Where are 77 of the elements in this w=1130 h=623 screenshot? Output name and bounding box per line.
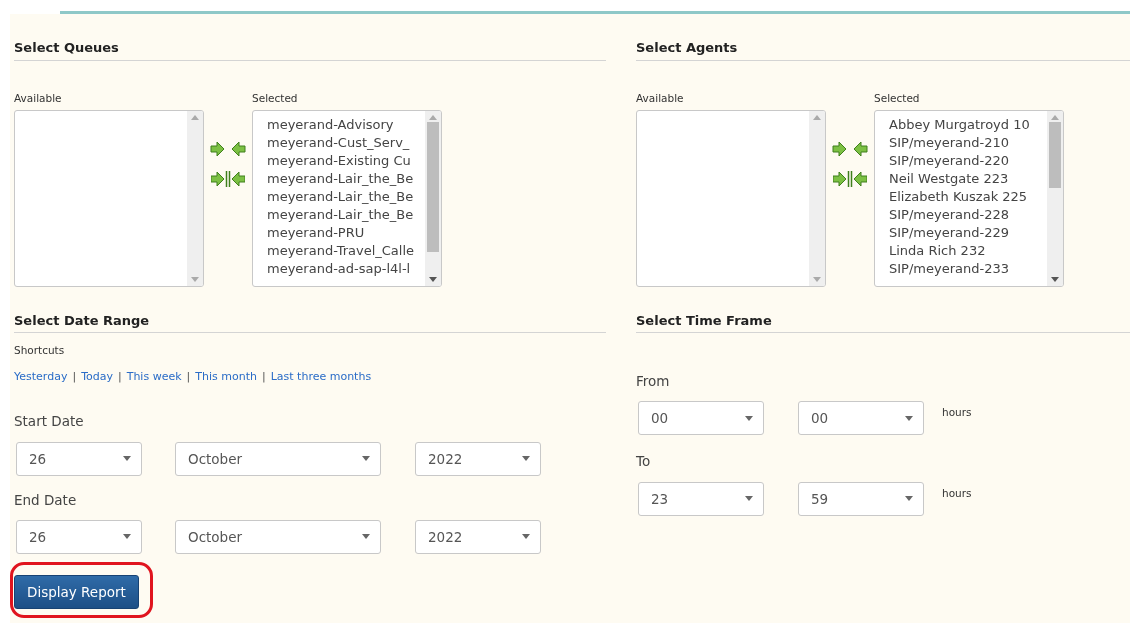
list-item[interactable]: SIP/meyerand-233 xyxy=(889,260,1047,279)
list-item[interactable]: Elizabeth Kuszak 225 xyxy=(889,188,1047,207)
caret-icon xyxy=(745,496,753,502)
selected-listbox[interactable]: Abbey Murgatroyd 10 SIP/meyerand-210 SIP/meyerand-220 Neil Westgate 223 Elizabeth Kuszak 225 SIP/meyerand-228 SIP/meyerand-229 Linda Rich 232 SIP/meyerand-233 xyxy=(874,110,1064,288)
list-item[interactable]: meyerand-Existing Cu xyxy=(267,152,425,171)
scrollbar[interactable] xyxy=(809,111,825,287)
list-item[interactable]: SIP/meyerand-210 xyxy=(889,134,1047,153)
field-label: Start Date xyxy=(14,412,85,432)
caret-icon xyxy=(522,534,530,540)
move-left-icon[interactable] xyxy=(852,140,868,157)
selected-listbox[interactable]: meyerand-Advisory meyerand-Cust_Serv_ meyerand-Existing Cu meyerand-Lair_the_Be meyerand-Lair_the_Be meyerand-Lair_the_Be meyerand-PRU meyerand-Travel_Calle meyerand-ad-sap-l4l-l xyxy=(252,110,442,288)
list-item[interactable]: SIP/meyerand-228 xyxy=(889,206,1047,225)
caret-icon xyxy=(745,415,753,421)
shortcut-link[interactable]: Yesterday xyxy=(14,368,68,386)
dropdown[interactable]: 2022 xyxy=(415,441,541,476)
field-label: Selected xyxy=(874,90,921,106)
dropdown[interactable]: 59 xyxy=(798,481,924,516)
shortcut-link[interactable]: Last three months xyxy=(270,368,372,386)
field-label: From xyxy=(636,372,671,392)
list-item[interactable]: Abbey Murgatroyd 10 xyxy=(889,116,1047,135)
field-label: Selected xyxy=(252,90,299,106)
list-item[interactable]: meyerand-Travel_Calle xyxy=(267,242,425,261)
caret-icon xyxy=(522,456,530,462)
caret-icon xyxy=(123,534,131,540)
dropdown[interactable]: 2022 xyxy=(415,519,541,554)
field-label: Available xyxy=(636,90,685,106)
caret-icon xyxy=(905,496,913,502)
field-label: To xyxy=(636,452,652,472)
separator-text: | xyxy=(117,368,122,385)
section-title: Select Time Frame xyxy=(636,312,1130,334)
move-all-right-icon[interactable] xyxy=(211,170,228,187)
dropdown[interactable]: 26 xyxy=(16,519,142,554)
list-item[interactable]: meyerand-Cust_Serv_ xyxy=(267,134,425,153)
list-item[interactable]: meyerand-Lair_the_Be xyxy=(267,170,425,189)
caret-icon xyxy=(123,456,131,462)
field-label: End Date xyxy=(14,490,78,510)
list-item[interactable]: meyerand-Lair_the_Be xyxy=(267,206,425,225)
separator-text: | xyxy=(186,368,191,385)
dropdown[interactable]: 23 xyxy=(638,481,764,516)
caret-icon xyxy=(362,456,370,462)
caret-icon xyxy=(362,534,370,540)
list-item[interactable]: Linda Rich 232 xyxy=(889,242,1047,261)
move-all-left-icon[interactable] xyxy=(850,170,867,187)
field-label: Available xyxy=(14,90,63,106)
list-item[interactable]: meyerand-Advisory xyxy=(267,116,425,135)
dropdown[interactable]: October xyxy=(175,441,381,476)
move-all-right-icon[interactable] xyxy=(833,170,850,187)
section-title: Select Agents xyxy=(636,40,1130,61)
section-title: Select Date Range xyxy=(14,312,606,334)
scrollbar[interactable] xyxy=(1047,111,1063,287)
unit-label: hours xyxy=(942,405,972,421)
scrollbar[interactable] xyxy=(187,111,203,287)
dropdown[interactable]: 00 xyxy=(798,401,924,436)
list-item[interactable]: Neil Westgate 223 xyxy=(889,170,1047,189)
section-title: Select Queues xyxy=(14,40,606,61)
move-all-left-icon[interactable] xyxy=(228,170,245,187)
shortcuts-label: Shortcuts xyxy=(14,343,66,359)
separator-text: | xyxy=(261,368,266,385)
list-item[interactable]: meyerand-ad-sap-l4l-l xyxy=(267,260,425,279)
unit-label: hours xyxy=(942,485,972,501)
dropdown[interactable]: October xyxy=(175,519,381,554)
move-left-icon[interactable] xyxy=(230,140,246,157)
dropdown[interactable]: 00 xyxy=(638,401,764,436)
move-right-icon[interactable] xyxy=(210,140,226,157)
dropdown[interactable]: 26 xyxy=(16,441,142,476)
shortcut-link[interactable]: Today xyxy=(81,368,113,386)
display-report-button[interactable]: Display Report xyxy=(14,574,139,610)
list-item[interactable]: SIP/meyerand-229 xyxy=(889,224,1047,243)
scrollbar[interactable] xyxy=(425,111,441,287)
list-item[interactable]: meyerand-PRU xyxy=(267,224,425,243)
move-right-icon[interactable] xyxy=(832,140,848,157)
list-item[interactable]: SIP/meyerand-220 xyxy=(889,152,1047,171)
separator-text: | xyxy=(72,368,77,385)
shortcut-link[interactable]: This week xyxy=(126,368,182,386)
shortcut-link[interactable]: This month xyxy=(195,368,257,386)
caret-icon xyxy=(905,415,913,421)
list-item[interactable]: meyerand-Lair_the_Be xyxy=(267,188,425,207)
